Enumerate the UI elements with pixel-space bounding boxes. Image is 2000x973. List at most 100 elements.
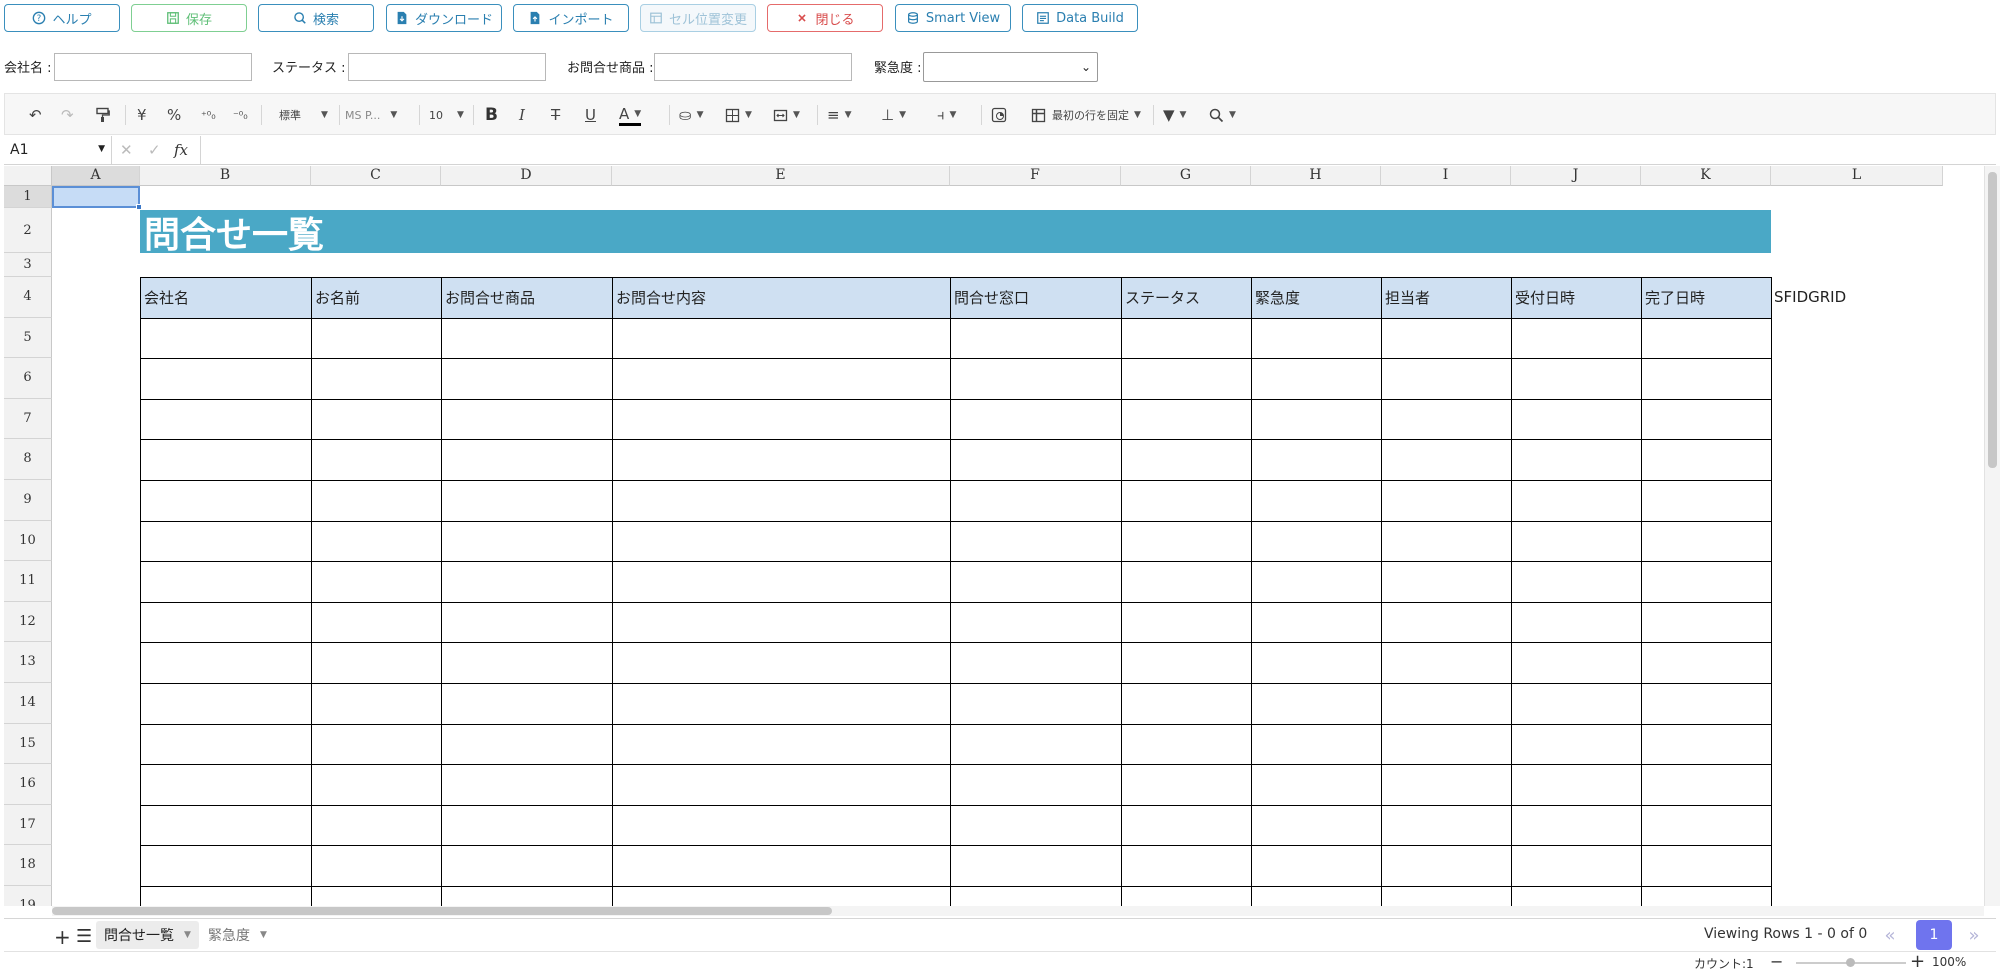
increase-decimal-icon[interactable]: ⁺⁰₀ xyxy=(201,104,216,126)
search-button[interactable]: 検索 xyxy=(258,4,374,32)
table-cell[interactable] xyxy=(612,601,951,644)
bold-button[interactable]: B xyxy=(485,104,498,126)
strikethrough-button[interactable]: T xyxy=(551,104,560,126)
table-header-cell[interactable]: 担当者 xyxy=(1381,277,1512,319)
table-cell[interactable] xyxy=(441,886,613,906)
column-header-c[interactable]: C xyxy=(311,166,441,186)
company-filter-input[interactable] xyxy=(54,53,252,81)
table-cell[interactable] xyxy=(1121,358,1252,400)
previous-page-icon[interactable]: « xyxy=(1872,920,1908,950)
next-page-icon[interactable]: » xyxy=(1956,920,1992,950)
column-header-d[interactable]: D xyxy=(441,166,612,186)
table-cell[interactable] xyxy=(1381,642,1512,684)
table-cell[interactable] xyxy=(950,845,1122,887)
table-cell[interactable] xyxy=(950,317,1122,360)
table-cell[interactable] xyxy=(1251,398,1382,441)
table-cell[interactable] xyxy=(441,439,613,481)
table-cell[interactable] xyxy=(140,358,312,400)
table-cell[interactable] xyxy=(612,358,951,400)
table-cell[interactable] xyxy=(1251,561,1382,603)
table-cell[interactable] xyxy=(1251,317,1382,360)
row-header-16[interactable]: 16 xyxy=(4,764,52,805)
urgency-filter-select[interactable]: ⌄ xyxy=(923,52,1098,82)
align-left-icon[interactable]: ≡ ▼ xyxy=(827,104,852,126)
table-cell[interactable] xyxy=(612,642,951,684)
column-header-a[interactable]: A xyxy=(52,166,140,186)
table-cell[interactable] xyxy=(1641,520,1772,563)
column-header-f[interactable]: F xyxy=(950,166,1121,186)
table-cell[interactable] xyxy=(1641,845,1772,887)
table-cell[interactable] xyxy=(1121,439,1252,481)
column-header-b[interactable]: B xyxy=(140,166,311,186)
table-cell[interactable] xyxy=(1381,764,1512,806)
help-button[interactable]: ? ヘルプ xyxy=(4,4,120,32)
sheet-tab-inquiry-list[interactable]: 問合せ一覧 ▼ xyxy=(96,921,199,949)
table-cell[interactable] xyxy=(140,886,312,906)
table-cell[interactable] xyxy=(441,398,613,441)
row-header-3[interactable]: 3 xyxy=(4,253,52,277)
table-cell[interactable] xyxy=(311,358,442,400)
table-cell[interactable] xyxy=(1251,683,1382,725)
vertical-align-bottom-icon[interactable]: ⊥ ▼ xyxy=(881,104,906,126)
table-cell[interactable] xyxy=(950,480,1122,522)
table-cell[interactable] xyxy=(140,398,312,441)
find-icon[interactable]: ▼ xyxy=(1209,104,1236,126)
decrease-decimal-icon[interactable]: ⁻⁰₀ xyxy=(233,104,248,126)
zoom-in-icon[interactable]: + xyxy=(1910,951,1925,972)
column-header-e[interactable]: E xyxy=(612,166,950,186)
table-cell[interactable] xyxy=(950,561,1122,603)
vertical-scrollbar[interactable] xyxy=(1984,166,2000,906)
table-cell[interactable] xyxy=(140,317,312,360)
table-cell[interactable] xyxy=(1641,642,1772,684)
table-cell[interactable] xyxy=(311,561,442,603)
table-cell[interactable] xyxy=(1381,317,1512,360)
table-cell[interactable] xyxy=(140,520,312,563)
row-header-9[interactable]: 9 xyxy=(4,480,52,521)
merge-cells-icon[interactable]: ▼ xyxy=(773,104,800,126)
table-cell[interactable] xyxy=(1251,804,1382,847)
table-cell[interactable] xyxy=(1251,642,1382,684)
table-cell[interactable] xyxy=(1511,723,1642,766)
table-cell[interactable] xyxy=(311,398,442,441)
column-header-k[interactable]: K xyxy=(1641,166,1771,186)
formula-input[interactable] xyxy=(202,136,1992,164)
table-cell[interactable] xyxy=(140,683,312,725)
table-cell[interactable] xyxy=(1641,723,1772,766)
table-header-cell[interactable]: お名前 xyxy=(311,277,442,319)
table-cell[interactable] xyxy=(1251,845,1382,887)
row-header-14[interactable]: 14 xyxy=(4,683,52,724)
column-header-g[interactable]: G xyxy=(1121,166,1251,186)
number-format-dropdown[interactable]: 標準 ▼ xyxy=(279,104,328,126)
table-header-cell[interactable]: お問合せ商品 xyxy=(441,277,613,319)
import-button[interactable]: インポート xyxy=(513,4,629,32)
table-cell[interactable] xyxy=(950,642,1122,684)
text-wrap-icon[interactable]: ⫞ ▼ xyxy=(937,104,956,126)
table-cell[interactable] xyxy=(612,804,951,847)
table-cell[interactable] xyxy=(612,886,951,906)
table-cell[interactable] xyxy=(1381,520,1512,563)
italic-button[interactable]: I xyxy=(519,104,525,126)
table-cell[interactable] xyxy=(612,845,951,887)
table-cell[interactable] xyxy=(140,480,312,522)
table-cell[interactable] xyxy=(1121,804,1252,847)
table-cell[interactable] xyxy=(311,886,442,906)
table-cell[interactable] xyxy=(950,520,1122,563)
row-header-12[interactable]: 12 xyxy=(4,601,52,643)
table-cell[interactable] xyxy=(950,398,1122,441)
table-cell[interactable] xyxy=(612,723,951,766)
column-header-h[interactable]: H xyxy=(1251,166,1381,186)
table-cell[interactable] xyxy=(1381,439,1512,481)
row-header-1[interactable]: 1 xyxy=(4,186,52,208)
table-cell[interactable] xyxy=(1121,845,1252,887)
table-cell[interactable] xyxy=(950,358,1122,400)
table-cell[interactable] xyxy=(1381,480,1512,522)
cell-position-button[interactable]: セル位置変更 xyxy=(640,4,756,32)
zoom-slider-knob[interactable] xyxy=(1846,958,1855,967)
table-cell[interactable] xyxy=(612,683,951,725)
table-cell[interactable] xyxy=(140,642,312,684)
confirm-formula-icon[interactable]: ✓ xyxy=(148,141,161,159)
redo-icon[interactable]: ↷ xyxy=(61,104,74,126)
table-cell[interactable] xyxy=(1251,439,1382,481)
close-button[interactable]: 閉じる xyxy=(767,4,883,32)
row-header-19[interactable]: 19 xyxy=(4,886,52,906)
